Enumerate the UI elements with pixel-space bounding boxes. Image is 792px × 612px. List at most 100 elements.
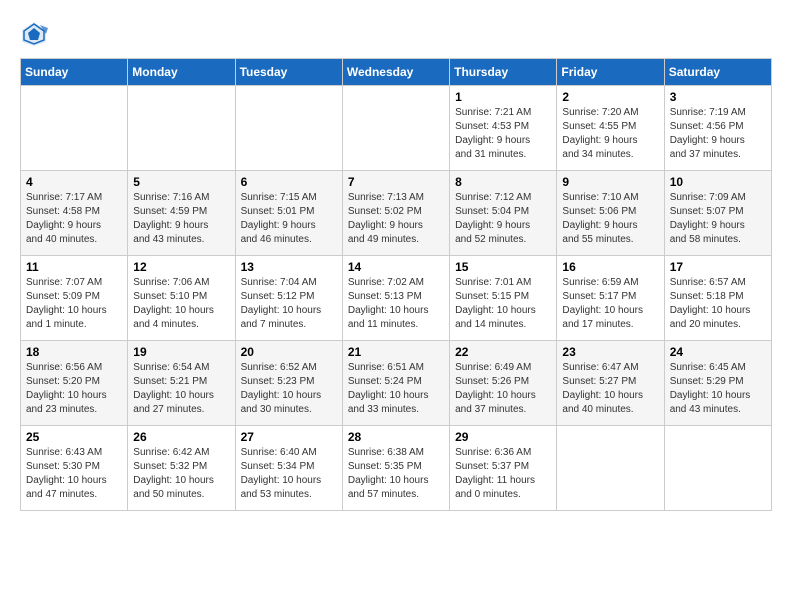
day-info: Sunrise: 7:17 AMSunset: 4:58 PMDaylight:… [26,191,122,247]
day-info: Sunrise: 6:43 AMSunset: 5:30 PMDaylight:… [26,446,122,502]
day-number: 13 [241,260,337,274]
day-number: 22 [455,345,551,359]
day-number: 29 [455,430,551,444]
calendar-cell: 22 Sunrise: 6:49 AMSunset: 5:26 PMDayligh… [450,341,557,426]
day-info: Sunrise: 6:38 AMSunset: 5:35 PMDaylight:… [348,446,444,502]
day-info: Sunrise: 7:01 AMSunset: 5:15 PMDaylight:… [455,276,551,332]
calendar-cell [342,86,449,171]
day-number: 2 [562,90,658,104]
day-info: Sunrise: 6:40 AMSunset: 5:34 PMDaylight:… [241,446,337,502]
calendar-cell [235,86,342,171]
calendar-header-row: SundayMondayTuesdayWednesdayThursdayFrid… [21,59,772,86]
calendar-cell: 16 Sunrise: 6:59 AMSunset: 5:17 PMDayligh… [557,256,664,341]
day-number: 21 [348,345,444,359]
calendar-cell: 8Sunrise: 7:12 AMSunset: 5:04 PMDaylight… [450,171,557,256]
day-header-sunday: Sunday [21,59,128,86]
calendar-cell: 5 Sunrise: 7:16 AMSunset: 4:59 PMDaylight… [128,171,235,256]
calendar-cell: 23 Sunrise: 6:47 AMSunset: 5:27 PMDayligh… [557,341,664,426]
day-info: Sunrise: 6:57 AMSunset: 5:18 PMDaylight:… [670,276,766,332]
calendar-cell [664,426,771,511]
day-number: 17 [670,260,766,274]
day-number: 28 [348,430,444,444]
day-number: 7 [348,175,444,189]
day-info: Sunrise: 7:19 AMSunset: 4:56 PMDaylight:… [670,106,766,162]
day-info: Sunrise: 6:47 AMSunset: 5:27 PMDaylight:… [562,361,658,417]
day-info: Sunrise: 6:51 AMSunset: 5:24 PMDaylight:… [348,361,444,417]
calendar-cell: 9 Sunrise: 7:10 AMSunset: 5:06 PMDaylight… [557,171,664,256]
day-header-wednesday: Wednesday [342,59,449,86]
calendar-cell [557,426,664,511]
calendar-cell: 26 Sunrise: 6:42 AMSunset: 5:32 PMDayligh… [128,426,235,511]
calendar-cell: 19 Sunrise: 6:54 AMSunset: 5:21 PMDayligh… [128,341,235,426]
day-number: 16 [562,260,658,274]
calendar-cell: 6 Sunrise: 7:15 AMSunset: 5:01 PMDaylight… [235,171,342,256]
calendar-week-row: 18 Sunrise: 6:56 AMSunset: 5:20 PMDayligh… [21,341,772,426]
day-info: Sunrise: 7:06 AMSunset: 5:10 PMDaylight:… [133,276,229,332]
day-number: 24 [670,345,766,359]
day-header-thursday: Thursday [450,59,557,86]
day-info: Sunrise: 7:02 AMSunset: 5:13 PMDaylight:… [348,276,444,332]
day-number: 3 [670,90,766,104]
day-number: 20 [241,345,337,359]
day-info: Sunrise: 6:59 AMSunset: 5:17 PMDaylight:… [562,276,658,332]
day-header-tuesday: Tuesday [235,59,342,86]
calendar-cell [21,86,128,171]
day-info: Sunrise: 6:36 AMSunset: 5:37 PMDaylight:… [455,446,551,502]
calendar-cell: 13 Sunrise: 7:04 AMSunset: 5:12 PMDayligh… [235,256,342,341]
day-number: 14 [348,260,444,274]
day-number: 4 [26,175,122,189]
day-number: 6 [241,175,337,189]
calendar-cell: 14 Sunrise: 7:02 AMSunset: 5:13 PMDayligh… [342,256,449,341]
day-info: Sunrise: 6:52 AMSunset: 5:23 PMDaylight:… [241,361,337,417]
calendar-table: SundayMondayTuesdayWednesdayThursdayFrid… [20,58,772,511]
calendar-cell: 17 Sunrise: 6:57 AMSunset: 5:18 PMDayligh… [664,256,771,341]
day-header-saturday: Saturday [664,59,771,86]
calendar-cell: 3 Sunrise: 7:19 AMSunset: 4:56 PMDaylight… [664,86,771,171]
calendar-cell: 27 Sunrise: 6:40 AMSunset: 5:34 PMDayligh… [235,426,342,511]
calendar-cell: 29 Sunrise: 6:36 AMSunset: 5:37 PMDayligh… [450,426,557,511]
calendar-cell: 20 Sunrise: 6:52 AMSunset: 5:23 PMDayligh… [235,341,342,426]
calendar-cell: 12 Sunrise: 7:06 AMSunset: 5:10 PMDayligh… [128,256,235,341]
calendar-cell [128,86,235,171]
calendar-cell: 24 Sunrise: 6:45 AMSunset: 5:29 PMDayligh… [664,341,771,426]
calendar-cell: 7 Sunrise: 7:13 AMSunset: 5:02 PMDaylight… [342,171,449,256]
day-number: 5 [133,175,229,189]
calendar-cell: 15Sunrise: 7:01 AMSunset: 5:15 PMDayligh… [450,256,557,341]
day-info: Sunrise: 7:15 AMSunset: 5:01 PMDaylight:… [241,191,337,247]
day-info: Sunrise: 7:13 AMSunset: 5:02 PMDaylight:… [348,191,444,247]
calendar-week-row: 4 Sunrise: 7:17 AMSunset: 4:58 PMDaylight… [21,171,772,256]
day-info: Sunrise: 6:54 AMSunset: 5:21 PMDaylight:… [133,361,229,417]
calendar-cell: 25Sunrise: 6:43 AMSunset: 5:30 PMDayligh… [21,426,128,511]
calendar-week-row: 1 Sunrise: 7:21 AMSunset: 4:53 PMDaylight… [21,86,772,171]
day-header-friday: Friday [557,59,664,86]
day-info: Sunrise: 7:20 AMSunset: 4:55 PMDaylight:… [562,106,658,162]
day-info: Sunrise: 6:56 AMSunset: 5:20 PMDaylight:… [26,361,122,417]
day-number: 12 [133,260,229,274]
day-info: Sunrise: 7:10 AMSunset: 5:06 PMDaylight:… [562,191,658,247]
day-info: Sunrise: 7:04 AMSunset: 5:12 PMDaylight:… [241,276,337,332]
day-number: 11 [26,260,122,274]
day-info: Sunrise: 6:45 AMSunset: 5:29 PMDaylight:… [670,361,766,417]
day-number: 26 [133,430,229,444]
day-number: 1 [455,90,551,104]
day-header-monday: Monday [128,59,235,86]
calendar-week-row: 25Sunrise: 6:43 AMSunset: 5:30 PMDayligh… [21,426,772,511]
day-info: Sunrise: 6:49 AMSunset: 5:26 PMDaylight:… [455,361,551,417]
day-number: 9 [562,175,658,189]
page-header [20,20,772,48]
calendar-cell: 1 Sunrise: 7:21 AMSunset: 4:53 PMDaylight… [450,86,557,171]
calendar-cell: 28 Sunrise: 6:38 AMSunset: 5:35 PMDayligh… [342,426,449,511]
day-number: 23 [562,345,658,359]
day-number: 27 [241,430,337,444]
calendar-cell: 11 Sunrise: 7:07 AMSunset: 5:09 PMDayligh… [21,256,128,341]
day-number: 10 [670,175,766,189]
day-number: 18 [26,345,122,359]
day-info: Sunrise: 6:42 AMSunset: 5:32 PMDaylight:… [133,446,229,502]
logo [20,20,52,48]
day-number: 19 [133,345,229,359]
day-info: Sunrise: 7:21 AMSunset: 4:53 PMDaylight:… [455,106,551,162]
day-info: Sunrise: 7:09 AMSunset: 5:07 PMDaylight:… [670,191,766,247]
calendar-cell: 10 Sunrise: 7:09 AMSunset: 5:07 PMDayligh… [664,171,771,256]
day-info: Sunrise: 7:07 AMSunset: 5:09 PMDaylight:… [26,276,122,332]
day-info: Sunrise: 7:16 AMSunset: 4:59 PMDaylight:… [133,191,229,247]
